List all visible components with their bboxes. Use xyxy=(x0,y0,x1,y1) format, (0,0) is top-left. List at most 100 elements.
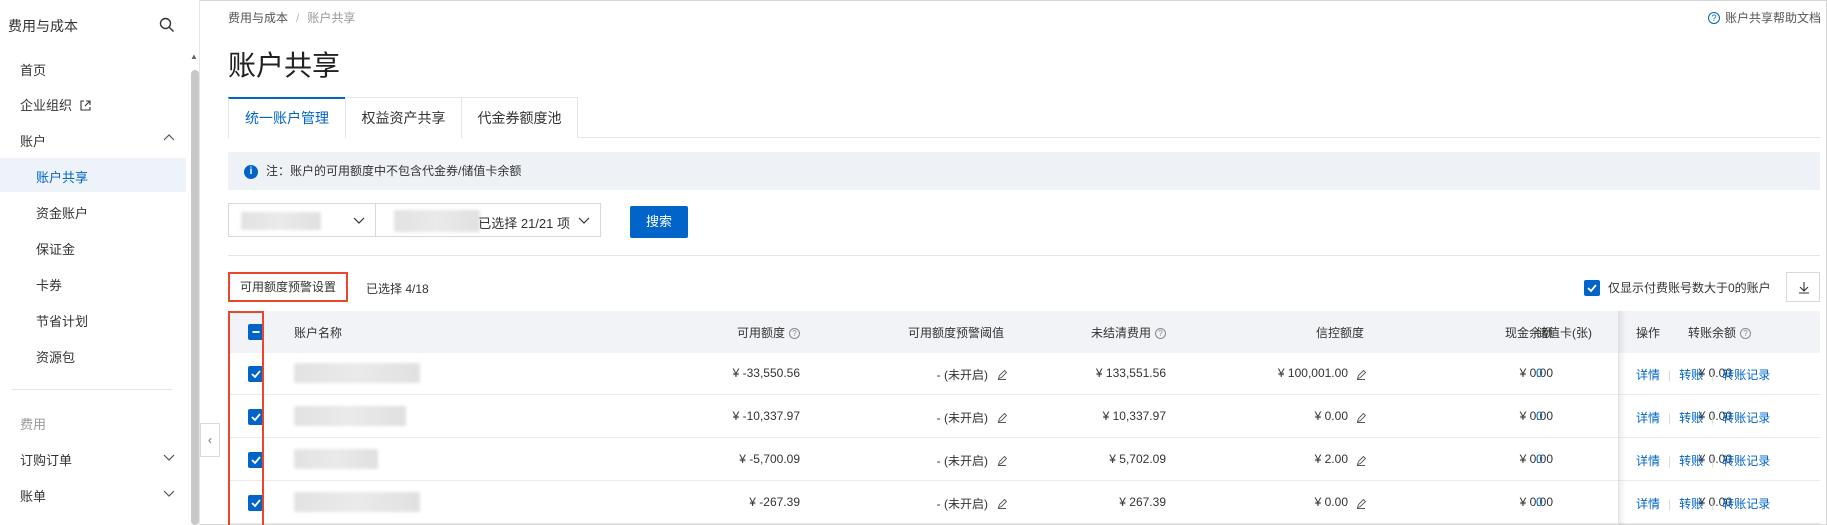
transfer-link[interactable]: 转账 xyxy=(1679,368,1703,382)
breadcrumb-separator: / xyxy=(296,11,300,25)
redacted-value xyxy=(394,210,480,232)
table-header: 账户名称 可用额度? 可用额度预警阈值 未结清费用? 信控额度 现金余额 转账余… xyxy=(228,311,1820,353)
sidebar-item-home[interactable]: 首页 xyxy=(20,60,46,79)
scope-filter-text: 已选择 21/21 项 xyxy=(478,216,570,231)
col-header-ops: 操作 xyxy=(1636,326,1661,340)
help-icon: ? xyxy=(1707,11,1720,24)
sidebar-item-organization[interactable]: 企业组织 xyxy=(20,95,91,114)
action-separator: | xyxy=(1668,497,1672,511)
cell-card-count[interactable]: 0 xyxy=(1536,409,1543,423)
chevron-left-icon: ‹ xyxy=(208,433,212,447)
col-header-unsettled: 未结清费用? xyxy=(878,324,1166,341)
breadcrumb-root[interactable]: 费用与成本 xyxy=(228,11,288,25)
cell-credit: ¥ 0.00 xyxy=(1314,495,1348,509)
sidebar-item-savings-plan[interactable]: 节省计划 xyxy=(36,311,88,330)
cell-card-count[interactable]: 0 xyxy=(1536,495,1543,509)
action-separator: | xyxy=(1668,411,1672,425)
account-filter-select[interactable] xyxy=(228,203,376,237)
cell-credit: ¥ 0.00 xyxy=(1314,409,1348,423)
tab-bar: 统一账户管理 权益资产共享 代金券额度池 xyxy=(228,97,1820,138)
ops-column-shadow xyxy=(1618,311,1626,525)
sidebar-group-label: 费用 xyxy=(20,417,47,432)
action-separator: | xyxy=(1711,497,1715,511)
search-icon[interactable] xyxy=(158,16,176,34)
cell-card-count[interactable]: 0 xyxy=(1536,452,1543,466)
download-icon xyxy=(1799,282,1809,294)
sidebar: 费用与成本 首页 企业组织 账户 账户共享 资金账户 保证金 卡券 节省计划 资… xyxy=(0,0,200,525)
cell-credit: ¥ 2.00 xyxy=(1314,452,1348,466)
quota-warning-settings-button[interactable]: 可用额度预警设置 xyxy=(228,272,348,302)
scroll-up-icon[interactable]: ▲ xyxy=(190,52,198,61)
transfer-records-link[interactable]: 转账记录 xyxy=(1722,497,1770,511)
help-link[interactable]: ? 账户共享帮助文档 xyxy=(1707,9,1821,26)
detail-link[interactable]: 详情 xyxy=(1636,411,1660,425)
redacted-account-name xyxy=(294,363,420,383)
action-separator: | xyxy=(1711,454,1715,468)
cell-card-count[interactable]: 0 xyxy=(1536,366,1543,380)
ops-column-divider xyxy=(1618,311,1619,525)
sidebar-item-resource-pack[interactable]: 资源包 xyxy=(36,347,75,366)
info-icon: i xyxy=(244,164,258,179)
sidebar-item-deposit[interactable]: 保证金 xyxy=(36,239,75,258)
sidebar-item-bills[interactable]: 账单 xyxy=(20,486,46,505)
only-paid-checkbox[interactable] xyxy=(1584,279,1600,296)
transfer-records-link[interactable]: 转账记录 xyxy=(1722,368,1770,382)
table-row[interactable]: ¥ -33,550.56- (未开启) ¥ 133,551.56 ¥ 100,001… xyxy=(228,353,1820,395)
breadcrumb: 费用与成本 / 账户共享 xyxy=(228,9,355,26)
cell-unsettled: ¥ 267.39 xyxy=(1119,495,1166,509)
selected-count: 已选择 4/18 xyxy=(366,282,429,296)
table-row[interactable]: ¥ -267.39- (未开启) ¥ 267.39 ¥ 0.00 ¥ 0.00 ¥ 0.… xyxy=(228,482,1820,524)
sidebar-item-orders[interactable]: 订购订单 xyxy=(20,450,72,469)
notice-banner: i 注：账户的可用额度中不包含代金券/储值卡余额 xyxy=(228,152,1820,190)
table-row[interactable]: ¥ -10,337.97- (未开启) ¥ 10,337.97 ¥ 0.00 ¥ 0.… xyxy=(228,396,1820,438)
sidebar-title: 费用与成本 xyxy=(8,18,78,34)
col-header-transfer: 转账余额? xyxy=(1478,324,1751,341)
chevron-down-icon[interactable] xyxy=(162,450,176,464)
transfer-link[interactable]: 转账 xyxy=(1679,454,1703,468)
tab-unified-account[interactable]: 统一账户管理 xyxy=(228,97,346,138)
chevron-up-icon[interactable] xyxy=(162,131,176,145)
chevron-down-icon xyxy=(578,217,590,224)
transfer-records-link[interactable]: 转账记录 xyxy=(1722,454,1770,468)
page-title: 账户共享 xyxy=(228,50,341,81)
sidebar-item-coupons[interactable]: 卡券 xyxy=(36,275,62,294)
table-row[interactable]: ¥ -5,700.09- (未开启) ¥ 5,702.09 ¥ 2.00 ¥ 0.00… xyxy=(228,439,1820,481)
row-actions: 详情 | 转账 | 转账记录 xyxy=(1636,452,1770,469)
sidebar-item-fund-account[interactable]: 资金账户 xyxy=(36,203,88,222)
scope-filter-select[interactable]: 已选择 21/21 项 xyxy=(375,203,601,237)
col-header-label: 转账余额 xyxy=(1687,326,1736,340)
download-button[interactable] xyxy=(1786,272,1820,302)
chevron-down-icon xyxy=(353,217,365,224)
action-separator: | xyxy=(1711,411,1715,425)
cell-unsettled: ¥ 5,702.09 xyxy=(1109,452,1166,466)
redacted-account-name xyxy=(294,449,378,469)
accounts-table: 账户名称 可用额度? 可用额度预警阈值 未结清费用? 信控额度 现金余额 转账余… xyxy=(228,311,1820,525)
sidebar-scrollbar[interactable]: ▲ xyxy=(189,40,199,525)
transfer-records-link[interactable]: 转账记录 xyxy=(1722,411,1770,425)
transfer-link[interactable]: 转账 xyxy=(1679,411,1703,425)
sidebar-item-account[interactable]: 账户 xyxy=(20,131,46,150)
section-divider xyxy=(228,255,1820,256)
detail-link[interactable]: 详情 xyxy=(1636,368,1660,382)
search-button[interactable]: 搜索 xyxy=(630,206,688,238)
col-header-name: 账户名称 xyxy=(294,326,343,340)
chevron-down-icon[interactable] xyxy=(162,486,176,500)
tab-voucher-pool[interactable]: 代金券额度池 xyxy=(461,97,578,138)
sidebar-item-label: 账户共享 xyxy=(36,170,89,185)
row-actions: 详情 | 转账 | 转账记录 xyxy=(1636,366,1770,383)
collapse-sidebar-button[interactable]: ‹ xyxy=(200,423,220,457)
cell-credit: ¥ 100,001.00 xyxy=(1277,366,1348,380)
transfer-link[interactable]: 转账 xyxy=(1679,497,1703,511)
help-icon[interactable]: ? xyxy=(1740,328,1751,340)
detail-link[interactable]: 详情 xyxy=(1636,454,1660,468)
action-separator: | xyxy=(1668,454,1672,468)
only-paid-filter[interactable]: 仅显示付费账号数大于0的账户 xyxy=(1584,279,1771,296)
sidebar-item-label: 企业组织 xyxy=(20,98,73,113)
sidebar-item-account-sharing[interactable] xyxy=(0,158,186,192)
breadcrumb-current: 账户共享 xyxy=(307,11,356,25)
sidebar-divider xyxy=(12,389,172,390)
tab-equity-sharing[interactable]: 权益资产共享 xyxy=(345,97,462,138)
row-actions: 详情 | 转账 | 转账记录 xyxy=(1636,409,1770,426)
scrollbar-thumb[interactable] xyxy=(191,70,199,525)
detail-link[interactable]: 详情 xyxy=(1636,497,1660,511)
